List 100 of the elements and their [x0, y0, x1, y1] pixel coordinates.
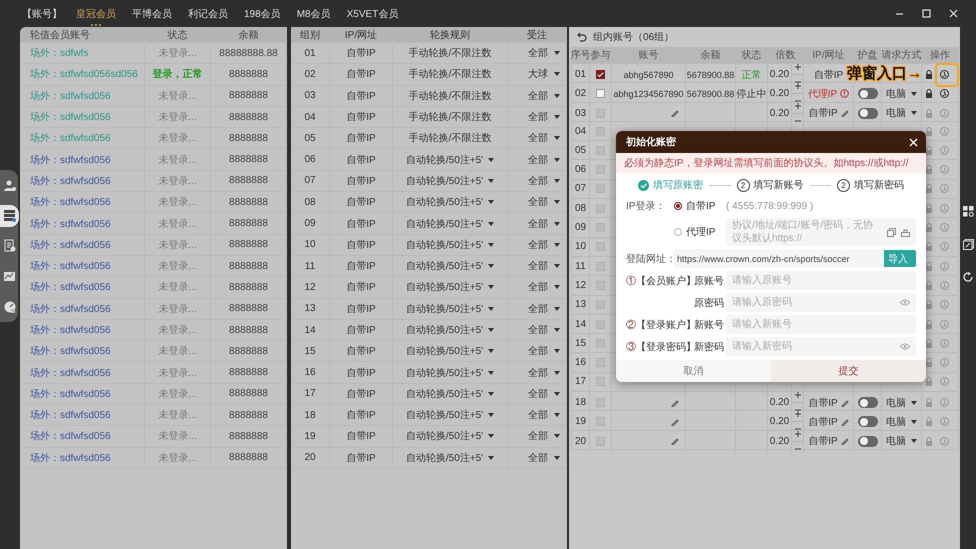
caret-icon	[488, 306, 494, 311]
radio-button[interactable]	[674, 228, 682, 236]
field-label: 新账号	[694, 318, 725, 332]
row-number: 04	[574, 126, 586, 137]
rule-dropdown[interactable]: 自动轮换/50注+5'	[406, 259, 494, 274]
copy-icon[interactable]	[887, 228, 896, 236]
rule-dropdown[interactable]: 自动轮换/50注+5'	[406, 429, 494, 444]
bet-dropdown[interactable]: 全部	[528, 280, 560, 294]
rule-dropdown[interactable]: 自动轮换/50注+5'	[406, 323, 494, 337]
bet-dropdown[interactable]: 全部	[528, 174, 560, 188]
toggle-switch[interactable]	[858, 88, 878, 100]
bet-dropdown[interactable]: 全部	[528, 344, 560, 358]
rule-dropdown[interactable]: 自动轮换/50注+5'	[406, 174, 494, 188]
bet-dropdown[interactable]: 全部	[528, 110, 560, 124]
bet-dropdown[interactable]: 全部	[528, 195, 560, 210]
bet-dropdown[interactable]: 全部	[528, 88, 560, 103]
multiplier-value: 0.20	[770, 88, 790, 100]
bet-dropdown[interactable]: 全部	[528, 429, 560, 444]
plus-icon[interactable]	[794, 102, 800, 109]
bet-dropdown[interactable]: 全部	[528, 46, 560, 60]
bet-dropdown[interactable]: 全部	[528, 152, 560, 167]
rule-dropdown[interactable]: 自动轮换/50注+5'	[406, 302, 494, 316]
minus-icon[interactable]	[794, 118, 800, 124]
member-tab[interactable]: X5VET会员	[346, 1, 398, 26]
eye-icon[interactable]	[900, 299, 910, 306]
minus-icon[interactable]	[794, 79, 800, 85]
rule-dropdown[interactable]: 自动轮换/50注+5'	[406, 238, 494, 252]
back-icon[interactable]	[577, 32, 587, 42]
grid-icon[interactable]	[962, 206, 974, 217]
bet-dropdown[interactable]: 全部	[528, 302, 560, 316]
input-field[interactable]: 请输入新账号	[726, 315, 916, 334]
member-tab[interactable]: 198会员	[244, 1, 281, 26]
eye-icon[interactable]	[900, 343, 910, 350]
plus-icon[interactable]	[794, 430, 800, 437]
rule-dropdown[interactable]: 自动轮换/50注+5'	[406, 408, 494, 422]
bet-dropdown[interactable]: 全部	[528, 450, 560, 465]
bet-dropdown[interactable]: 全部	[528, 216, 560, 231]
cancel-button[interactable]: 取消	[616, 360, 771, 382]
column-header: 参与	[590, 48, 610, 62]
close-icon[interactable]	[949, 9, 958, 18]
dial-icon[interactable]	[940, 70, 949, 79]
minus-icon[interactable]	[794, 407, 800, 414]
ip-type: 自带IP	[346, 110, 376, 124]
rule-dropdown[interactable]: 自动轮换/50注+5'	[406, 216, 494, 231]
plus-icon[interactable]	[794, 392, 800, 398]
plus-icon[interactable]	[794, 64, 800, 70]
radio-button[interactable]	[674, 202, 682, 210]
checkbox[interactable]	[596, 70, 605, 79]
bet-dropdown[interactable]: 全部	[528, 323, 560, 337]
caret-icon	[554, 264, 560, 268]
member-tab[interactable]: 平博会员	[132, 1, 172, 26]
field-label: 登陆网址：	[626, 252, 674, 266]
bet-dropdown[interactable]: 全部	[528, 408, 560, 422]
rule-dropdown[interactable]: 自动轮换/50注+5'	[406, 366, 494, 380]
input-field[interactable]: 请输入新密码	[726, 337, 916, 356]
plus-icon[interactable]	[794, 411, 800, 418]
bet-dropdown[interactable]: 全部	[528, 386, 560, 401]
request-dropdown[interactable]: 电脑	[886, 86, 917, 101]
lock-icon[interactable]	[925, 70, 933, 79]
radio-option[interactable]: 代理IP	[674, 225, 726, 239]
minus-icon[interactable]	[794, 98, 800, 104]
submit-button[interactable]: 提交	[771, 360, 926, 382]
refresh-icon[interactable]	[962, 272, 974, 283]
member-tab[interactable]: 利记会员	[188, 1, 228, 26]
dial-icon[interactable]	[940, 89, 949, 98]
rule-dropdown[interactable]: 自动轮换/50注+5'	[406, 386, 494, 401]
url-field[interactable]: https://www.crown.com/zh-cn/sports/soccer	[674, 249, 884, 268]
maximize-icon[interactable]	[922, 9, 931, 18]
plus-icon[interactable]	[794, 83, 800, 90]
input-field[interactable]: 请输入原密码	[726, 293, 916, 312]
group-number: 05	[304, 132, 316, 144]
rule-dropdown[interactable]: 自动轮换/50注+5'	[406, 344, 494, 358]
caret-icon	[554, 242, 560, 247]
edit-window-icon[interactable]	[962, 239, 974, 250]
rule-dropdown[interactable]: 自动轮换/50注+5'	[406, 195, 494, 210]
bet-dropdown[interactable]: 全部	[528, 259, 560, 274]
tray-icon[interactable]	[901, 228, 910, 236]
rule-dropdown[interactable]: 自动轮换/50注+5'	[406, 280, 494, 294]
bet-dropdown[interactable]: 全部	[528, 366, 560, 380]
input-field[interactable]: 请输入原账号	[726, 271, 916, 290]
radio-option[interactable]: 自带IP	[674, 199, 726, 213]
input-field[interactable]: 协议/地址/端口/账号/密码，无协议头默认https://	[726, 218, 916, 246]
minus-icon[interactable]	[794, 446, 800, 452]
caret-icon	[554, 392, 560, 396]
minus-icon[interactable]	[794, 426, 800, 432]
nav-item[interactable]	[0, 204, 19, 227]
bet-dropdown[interactable]: 大球	[528, 67, 560, 82]
rule-dropdown[interactable]: 自动轮换/50注+5'	[406, 152, 494, 167]
member-tab[interactable]: 皇冠会员	[76, 1, 116, 26]
lock-icon[interactable]	[925, 89, 933, 98]
status-text: 未登录...	[158, 324, 197, 337]
rule-dropdown[interactable]: 自动轮换/50注+5'	[406, 450, 494, 465]
row-number: 18	[574, 397, 586, 408]
bet-dropdown[interactable]: 全部	[528, 238, 560, 252]
row-number: 09	[574, 222, 586, 234]
checkbox[interactable]	[596, 89, 605, 98]
account-name: 场外：sdfwfsd056	[30, 302, 111, 316]
bet-dropdown[interactable]: 全部	[528, 131, 560, 146]
member-tab[interactable]: M8会员	[296, 1, 331, 26]
step-label: 填写原账密	[653, 178, 703, 192]
